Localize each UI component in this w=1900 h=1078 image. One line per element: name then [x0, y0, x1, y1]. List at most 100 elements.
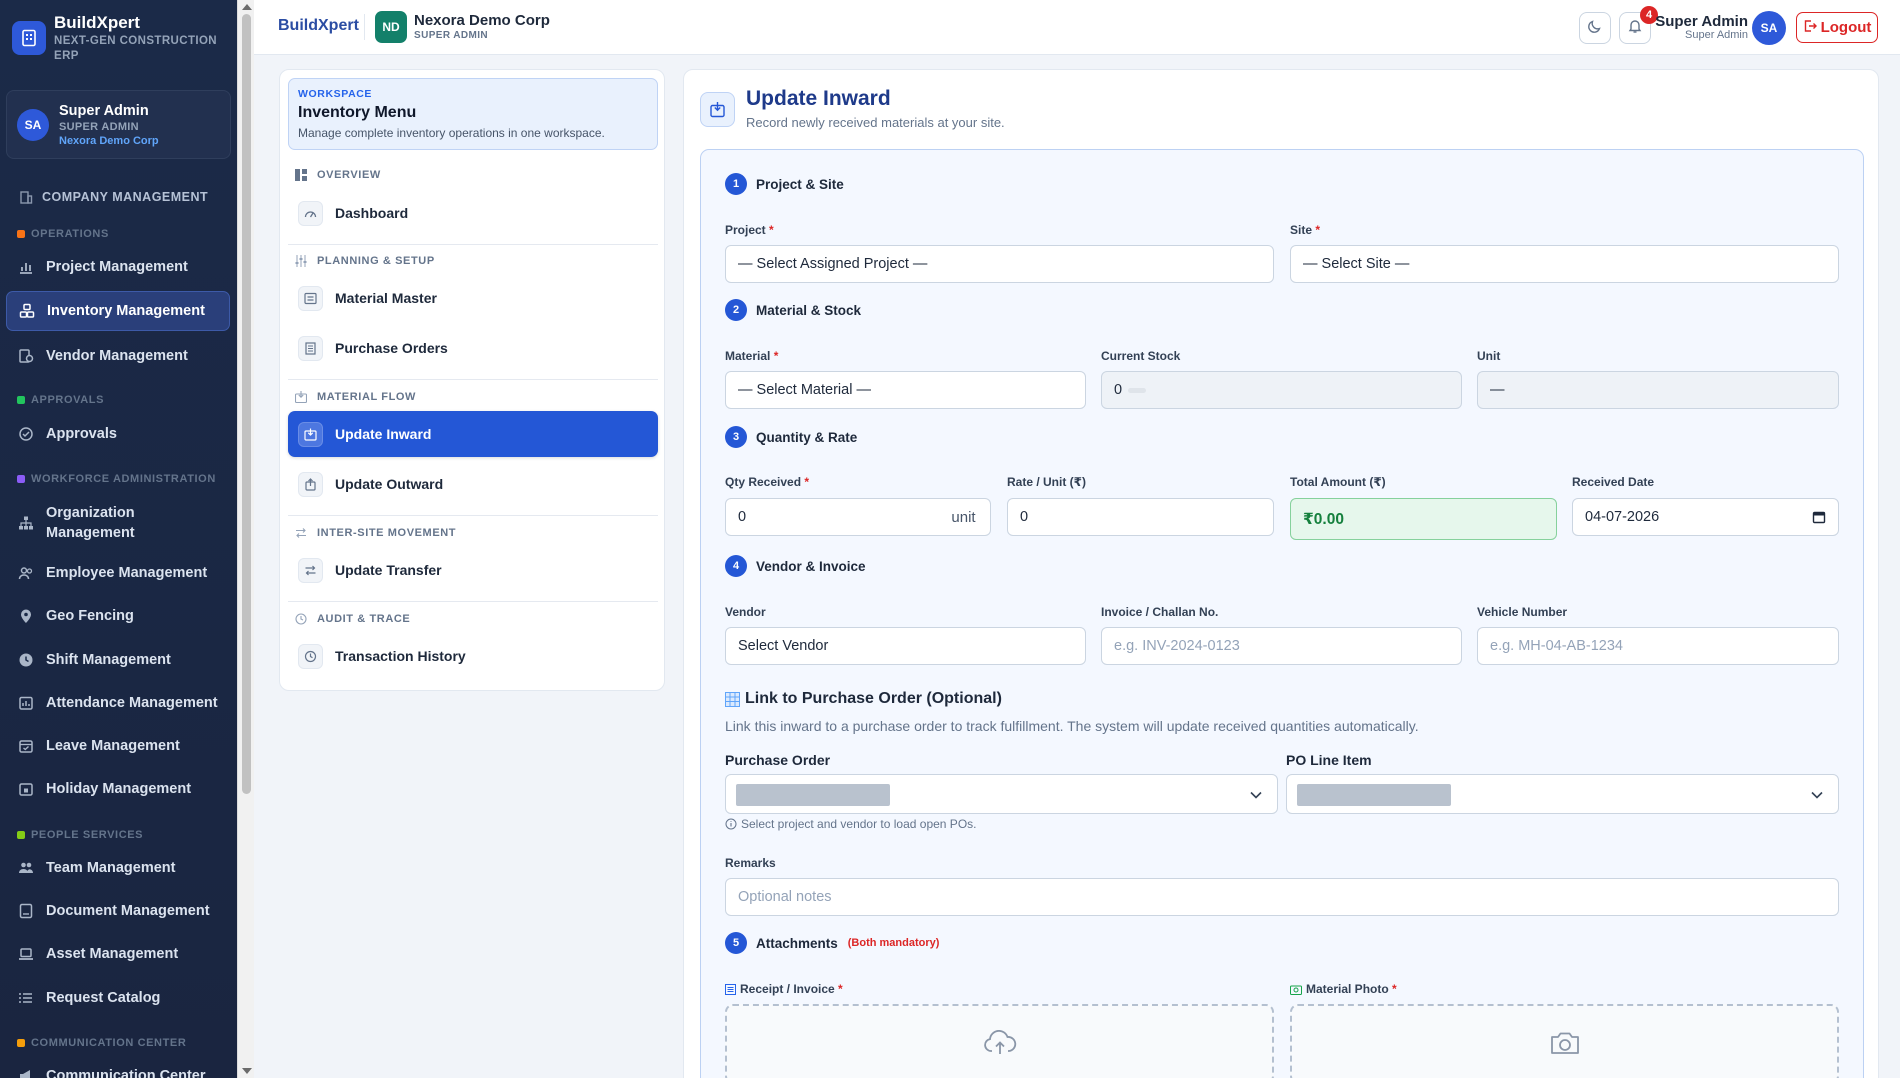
- topbar-avatar[interactable]: SA: [1752, 11, 1786, 45]
- inventory-menu: WORKSPACE Inventory Menu Manage complete…: [279, 69, 665, 691]
- sidebar-item-organization[interactable]: Organization Management: [6, 501, 230, 545]
- material-select[interactable]: — Select Material —: [725, 371, 1086, 409]
- org-line2: Management: [46, 525, 135, 541]
- sidebar-item-employee[interactable]: Employee Management: [6, 558, 230, 588]
- menu-item-transaction-history[interactable]: Transaction History: [288, 633, 658, 679]
- check-circle-icon: [18, 426, 34, 442]
- menu-section-overview-label: OVERVIEW: [317, 169, 381, 181]
- menu-item-material-master[interactable]: Material Master: [288, 275, 658, 321]
- scroll-thumb[interactable]: [242, 14, 251, 794]
- purchase-order-label: Purchase Order: [725, 752, 831, 768]
- scroll-up-arrow-icon[interactable]: [242, 4, 252, 10]
- topbar-user-role: Super Admin: [1685, 29, 1748, 41]
- top-bar: BuildXpert ND Nexora Demo Corp SUPER ADM…: [254, 0, 1900, 55]
- logout-button[interactable]: Logout: [1796, 12, 1878, 43]
- user-card[interactable]: SA Super Admin SUPER ADMIN Nexora Demo C…: [6, 90, 231, 159]
- menu-item-dashboard-label: Dashboard: [335, 205, 409, 221]
- workspace-description: Manage complete inventory operations in …: [298, 126, 605, 140]
- building-icon: [18, 189, 34, 205]
- user-name: Super Admin: [59, 102, 149, 119]
- vehicle-input[interactable]: e.g. MH-04-AB-1234: [1477, 627, 1839, 665]
- topbar-brand[interactable]: BuildXpert: [278, 17, 359, 35]
- total-amount-field: ₹0.00: [1290, 498, 1557, 540]
- page-subtitle: Record newly received materials at your …: [746, 115, 1005, 130]
- required-mark: *: [773, 349, 779, 363]
- project-select-value: — Select Assigned Project —: [738, 256, 928, 272]
- scroll-down-arrow-icon[interactable]: [242, 1068, 252, 1074]
- menu-item-update-outward[interactable]: Update Outward: [288, 461, 658, 507]
- po-link-title-text: Link to Purchase Order (Optional): [745, 690, 1002, 707]
- received-date-input[interactable]: 04-07-2026: [1572, 498, 1839, 536]
- menu-item-dashboard[interactable]: Dashboard: [288, 190, 658, 236]
- megaphone-icon: [18, 1068, 34, 1078]
- company-management-label: COMPANY MANAGEMENT: [42, 190, 209, 204]
- section-communication: COMMUNICATION CENTER: [17, 1037, 186, 1049]
- sidebar-item-attendance[interactable]: Attendance Management: [6, 688, 230, 718]
- clock-icon: [18, 652, 34, 668]
- sidebar-item-project[interactable]: Project Management: [6, 252, 230, 282]
- calendar-icon[interactable]: [1812, 510, 1826, 528]
- po-line-item-select[interactable]: [1286, 774, 1839, 814]
- sidebar-item-geo[interactable]: Geo Fencing: [6, 601, 230, 631]
- receipt-upload-dropzone[interactable]: [725, 1004, 1274, 1078]
- sidebar-item-shift[interactable]: Shift Management: [6, 645, 230, 675]
- material-photo-upload-dropzone[interactable]: [1290, 1004, 1839, 1078]
- vendor-select[interactable]: Select Vendor: [725, 627, 1086, 665]
- sidebar-item-leave[interactable]: Leave Management: [6, 731, 230, 761]
- sidebar-scrollbar[interactable]: [237, 0, 254, 1078]
- menu-item-update-inward-label: Update Inward: [335, 426, 432, 442]
- remarks-input[interactable]: Optional notes: [725, 878, 1839, 916]
- step-quantity-rate: 3 Quantity & Rate: [725, 426, 857, 448]
- invoice-input[interactable]: e.g. INV-2024-0123: [1101, 627, 1462, 665]
- theme-toggle-button[interactable]: [1579, 12, 1611, 44]
- notifications-button[interactable]: 4: [1619, 6, 1658, 44]
- arrows-swap-icon: [295, 527, 307, 539]
- project-select[interactable]: — Select Assigned Project —: [725, 245, 1274, 283]
- clock-icon: [298, 643, 323, 669]
- step-label: Attachments: [756, 935, 838, 951]
- receipt-icon: [298, 335, 323, 361]
- qty-received-input[interactable]: 0: [725, 498, 938, 536]
- logout-label: Logout: [1820, 19, 1872, 36]
- sidebar-item-request[interactable]: Request Catalog: [6, 983, 230, 1013]
- brand-name: BuildXpert: [54, 13, 140, 32]
- po-hint-text: Select project and vendor to load open P…: [741, 817, 977, 831]
- brand[interactable]: BuildXpert NEXT-GEN CONSTRUCTION ERP: [0, 0, 237, 80]
- purchase-order-select[interactable]: [725, 774, 1278, 814]
- menu-divider: [288, 515, 658, 516]
- workspace-title: Inventory Menu: [298, 104, 417, 121]
- material-label-text: Material: [725, 349, 771, 363]
- po-link-title: Link to Purchase Order (Optional): [725, 690, 1002, 708]
- remarks-label: Remarks: [725, 856, 776, 870]
- receipt-label: Receipt / Invoice *: [725, 982, 843, 996]
- brand-tagline: NEXT-GEN CONSTRUCTION ERP: [54, 35, 218, 62]
- sidebar-item-team[interactable]: Team Management: [6, 853, 230, 883]
- sidebar-item-approvals[interactable]: Approvals: [6, 419, 230, 449]
- workspace-label: WORKSPACE: [298, 88, 373, 100]
- sidebar-item-asset-label: Asset Management: [46, 946, 179, 962]
- sidebar-item-vendor[interactable]: Vendor Management: [6, 341, 230, 371]
- menu-item-update-inward[interactable]: Update Inward: [288, 411, 658, 457]
- menu-section-intersite: INTER-SITE MOVEMENT: [295, 527, 456, 539]
- sidebar-item-company-management[interactable]: COMPANY MANAGEMENT: [18, 189, 208, 205]
- sidebar-item-inventory[interactable]: Inventory Management: [6, 291, 230, 331]
- site-label: Site *: [1290, 223, 1320, 237]
- site-select[interactable]: — Select Site —: [1290, 245, 1839, 283]
- rate-unit-label: Rate / Unit (₹): [1007, 475, 1087, 489]
- outward-icon: [298, 471, 323, 497]
- sidebar-item-communication[interactable]: Communication Center: [6, 1061, 230, 1078]
- sidebar-item-document[interactable]: Document Management: [6, 896, 230, 926]
- divider: [364, 14, 365, 40]
- material-photo-label-text: Material Photo: [1306, 982, 1389, 996]
- required-mark: *: [804, 475, 810, 489]
- step-number: 5: [725, 932, 747, 954]
- menu-item-purchase-orders[interactable]: Purchase Orders: [288, 325, 658, 371]
- rate-unit-input[interactable]: 0: [1007, 498, 1274, 536]
- menu-section-flow-label: MATERIAL FLOW: [317, 391, 417, 403]
- menu-item-update-transfer[interactable]: Update Transfer: [288, 547, 658, 593]
- transfer-icon: [298, 557, 323, 583]
- sidebar-item-geo-label: Geo Fencing: [46, 608, 134, 624]
- sidebar-item-asset[interactable]: Asset Management: [6, 939, 230, 969]
- chart-icon: [18, 259, 34, 275]
- sidebar-item-holiday[interactable]: Holiday Management: [6, 774, 230, 804]
